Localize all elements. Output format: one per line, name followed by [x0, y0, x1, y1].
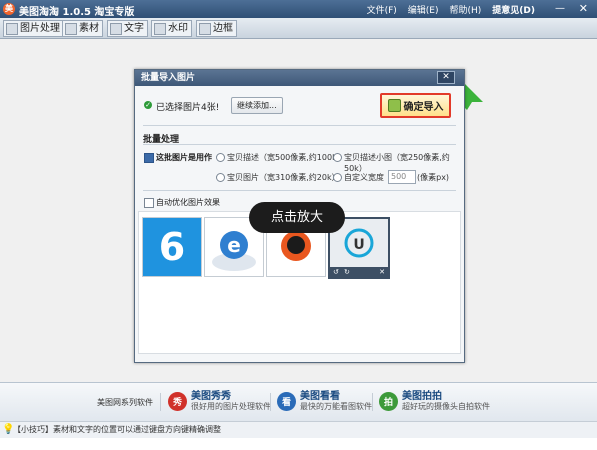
- separator: [160, 393, 161, 411]
- menu-bar: 文件(F) 编辑(E) 帮助(H) 提意见(D): [367, 3, 535, 16]
- custom-width-input[interactable]: 500: [388, 170, 416, 184]
- tooltip-click-to-enlarge: 点击放大: [249, 202, 345, 233]
- tab-label: 图片处理: [20, 23, 60, 34]
- menu-feedback[interactable]: 提意见(D): [492, 3, 535, 16]
- divider: [143, 190, 456, 191]
- unit-label: (像素px): [417, 173, 450, 182]
- app-title: 美图淘淘 1.0.5 淘宝专版: [19, 7, 135, 18]
- optimize-checkbox[interactable]: [144, 198, 154, 208]
- tab-label: 素材: [79, 23, 99, 34]
- tab-text[interactable]: 文字: [107, 20, 148, 37]
- separator: [372, 393, 373, 411]
- text-icon: [110, 22, 122, 35]
- option-item-image: 宝贝图片（宽310像素,约20k）: [227, 173, 340, 182]
- product-meitu-kankan[interactable]: 看 美图看看 最快的万能看图软件: [277, 391, 372, 412]
- confirm-import-label: 确定导入: [403, 102, 444, 113]
- status-bar: 💡 【小技巧】素材和文字的位置可以通过键盘方向键精确调整: [0, 421, 597, 438]
- product-name: 美图拍拍: [402, 391, 442, 402]
- continue-add-button[interactable]: 继续添加...: [231, 97, 283, 114]
- svg-text:6: 6: [159, 225, 185, 269]
- watermark-icon: [154, 22, 166, 35]
- menu-file[interactable]: 文件(F): [367, 3, 397, 16]
- delete-icon[interactable]: ✕: [379, 267, 385, 277]
- menu-help[interactable]: 帮助(H): [450, 3, 482, 16]
- close-window-button[interactable]: ✕: [579, 2, 588, 15]
- import-icon: [387, 99, 401, 112]
- product-name: 美图看看: [300, 391, 340, 402]
- option-custom-width: 自定义宽度: [344, 173, 384, 182]
- divider: [143, 125, 456, 126]
- product-meitu-xiuxiu[interactable]: 秀 美图秀秀 很好用的图片处理软件: [168, 391, 271, 412]
- kankan-icon: 看: [277, 392, 296, 411]
- radio-item-image[interactable]: [216, 173, 225, 182]
- tab-label: 文字: [124, 23, 144, 34]
- radio-desc[interactable]: [216, 153, 225, 162]
- tab-watermark[interactable]: 水印: [151, 20, 192, 37]
- optimize-label: 自动优化图片效果: [156, 198, 220, 207]
- tab-materials[interactable]: 素材: [62, 20, 103, 37]
- rotate-right-icon[interactable]: ↻: [344, 267, 350, 277]
- svg-text:e: e: [227, 233, 241, 257]
- tip-text: 【小技巧】素材和文字的位置可以通过键盘方向键精确调整: [13, 425, 221, 434]
- tab-image-processing[interactable]: 图片处理: [3, 20, 64, 37]
- tab-label: 水印: [168, 23, 188, 34]
- border-icon: [199, 22, 211, 35]
- thumbnail-toolbar: ↺ ↻ ✕: [330, 267, 388, 277]
- green-arrow-icon: [463, 82, 483, 110]
- product-desc: 最快的万能看图软件: [300, 402, 372, 411]
- svg-text:U: U: [353, 237, 364, 253]
- rotate-left-icon[interactable]: ↺: [333, 267, 339, 277]
- apply-checkbox[interactable]: [144, 153, 154, 163]
- divider: [143, 144, 456, 145]
- menu-edit[interactable]: 编辑(E): [408, 3, 439, 16]
- dialog-title: 批量导入图片: [135, 70, 464, 86]
- materials-icon: [65, 22, 77, 35]
- thumbnail-1[interactable]: 6: [142, 217, 202, 277]
- option-desc: 宝贝描述（宽500像素,约100k）: [227, 153, 345, 162]
- separator: [270, 393, 271, 411]
- tab-bar: 图片处理 素材 文字 水印 边框: [0, 18, 597, 39]
- brand-label: 美图网系列软件: [97, 398, 153, 407]
- blue-app-image-icon: 6: [143, 218, 201, 276]
- product-desc: 很好用的图片处理软件: [191, 402, 271, 411]
- radio-custom-width[interactable]: [333, 173, 342, 182]
- product-name: 美图秀秀: [191, 391, 231, 402]
- title-bar: 美 美图淘淘 1.0.5 淘宝专版 文件(F) 编辑(E) 帮助(H) 提意见(…: [0, 0, 597, 18]
- apply-label: 这批图片是用作: [156, 153, 212, 162]
- product-meitu-paipai[interactable]: 拍 美图拍拍 超好玩的摄像头自拍软件: [379, 391, 490, 412]
- paipai-icon: 拍: [379, 392, 398, 411]
- minimize-button[interactable]: —: [555, 3, 565, 14]
- image-icon: [6, 22, 18, 35]
- xiuxiu-icon: 秀: [168, 392, 187, 411]
- dialog-close-button[interactable]: ✕: [437, 71, 455, 84]
- confirm-import-button[interactable]: 确定导入: [380, 93, 451, 118]
- selected-count-text: 已选择图片4张!: [156, 103, 220, 113]
- product-desc: 超好玩的摄像头自拍软件: [402, 402, 490, 411]
- app-logo-icon: 美: [3, 3, 15, 15]
- radio-desc-small[interactable]: [333, 153, 342, 162]
- tab-label: 边框: [213, 23, 233, 34]
- product-bar: 美图网系列软件 秀 美图秀秀 很好用的图片处理软件 看 美图看看 最快的万能看图…: [0, 382, 597, 421]
- check-circle-icon: ✓: [144, 101, 152, 109]
- tab-border[interactable]: 边框: [196, 20, 237, 37]
